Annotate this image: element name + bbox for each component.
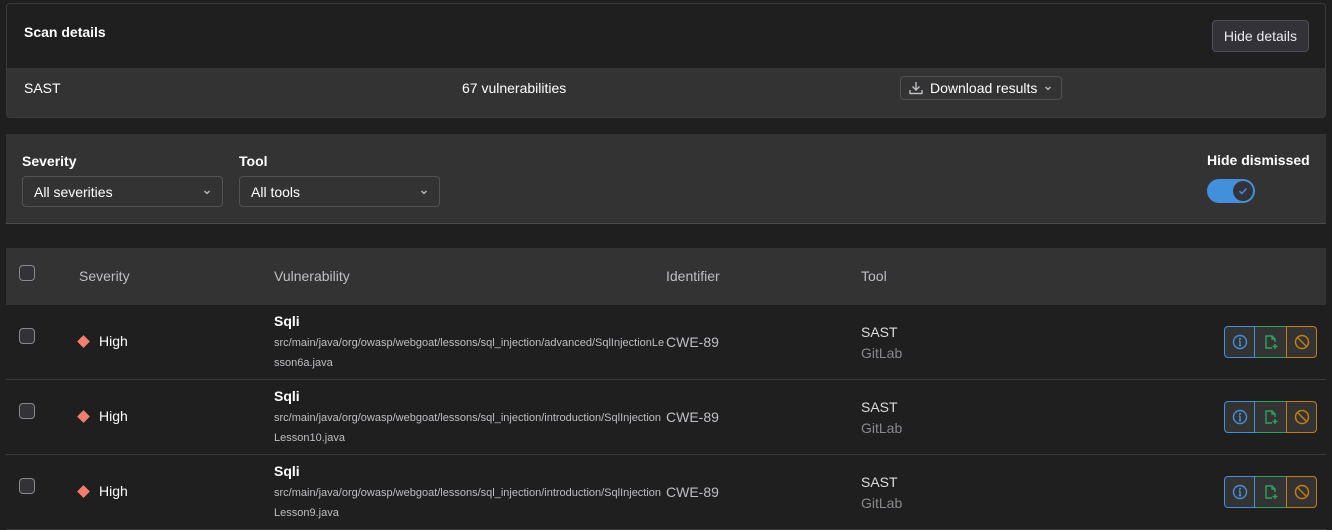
vulnerability-table: Severity Vulnerability Identifier Tool H… [6,248,1326,530]
scan-details-card: Scan details Hide details SAST 67 vulner… [6,3,1326,118]
hide-dismissed-toggle[interactable] [1207,179,1255,203]
vulnerability-title[interactable]: Sqli [274,388,300,404]
more-info-button[interactable] [1224,326,1255,358]
vulnerability-title[interactable]: Sqli [274,463,300,479]
info-icon [1232,409,1247,425]
download-icon [909,82,923,95]
table-row: High Sqli src/main/java/org/owasp/webgoa… [6,305,1326,380]
severity-filter-value: All severities [34,183,113,200]
severity-badge: High [77,408,128,424]
more-info-button[interactable] [1224,476,1255,508]
vulnerability-path: src/main/java/org/owasp/webgoat/lessons/… [274,337,665,369]
dismiss-button[interactable] [1286,326,1317,358]
tool-filter-dropdown[interactable]: All tools [239,176,440,207]
vulnerability-path: src/main/java/org/owasp/webgoat/lessons/… [274,487,662,519]
download-results-button[interactable]: Download results [900,76,1063,100]
table-row: High Sqli src/main/java/org/owasp/webgoa… [6,380,1326,455]
tool-name: SAST [861,474,898,490]
row-checkbox[interactable] [19,328,35,344]
severity-filter-label: Severity [22,153,77,169]
info-icon [1232,484,1247,500]
tool-vendor: GitLab [861,420,903,436]
create-issue-button[interactable] [1255,476,1286,508]
severity-high-icon [77,484,90,498]
severity-high-icon [77,334,90,348]
vulnerability-count: 67 vulnerabilities [462,80,567,96]
dismiss-button[interactable] [1286,401,1317,433]
table-row: High Sqli src/main/java/org/owasp/webgoa… [6,455,1326,530]
create-issue-button[interactable] [1255,326,1286,358]
row-actions [1224,476,1317,508]
row-actions [1224,401,1317,433]
dismiss-button[interactable] [1286,476,1317,508]
download-results-label: Download results [930,80,1038,96]
chevron-down-icon [421,190,427,195]
tool-name: SAST [861,324,898,340]
create-issue-button[interactable] [1255,401,1286,433]
severity-label: High [99,333,128,349]
issue-new-icon [1264,485,1277,499]
severity-filter-dropdown[interactable]: All severities [22,176,223,207]
cancel-icon [1294,484,1309,500]
severity-label: High [99,483,128,499]
select-all-checkbox[interactable] [19,265,35,281]
severity-badge: High [77,483,128,499]
identifier: CWE-89 [666,334,719,350]
severity-high-icon [77,409,90,423]
hide-dismissed-label: Hide dismissed [1207,152,1310,168]
identifier: CWE-89 [666,484,719,500]
chevron-down-icon [204,190,210,195]
scan-summary-row: SAST 67 vulnerabilities Download results [7,68,1325,117]
severity-label: High [99,408,128,424]
identifier: CWE-89 [666,409,719,425]
row-checkbox[interactable] [19,478,35,494]
scan-tool-name: SAST [24,80,61,96]
issue-new-icon [1264,335,1277,349]
row-checkbox[interactable] [19,403,35,419]
header-vulnerability: Vulnerability [274,268,350,284]
chevron-down-icon [1045,86,1052,91]
check-icon [1238,187,1248,195]
row-actions [1224,326,1317,358]
tool-vendor: GitLab [861,345,903,361]
vulnerability-path: src/main/java/org/owasp/webgoat/lessons/… [274,412,662,444]
tool-name: SAST [861,399,898,415]
tool-filter-label: Tool [239,153,268,169]
info-icon [1232,334,1247,350]
toggle-knob [1233,181,1253,201]
header-identifier: Identifier [666,268,720,284]
cancel-icon [1294,409,1309,425]
hide-details-button[interactable]: Hide details [1211,20,1309,52]
filters-bar: Severity All severities Tool All tools H… [6,134,1326,224]
tool-filter-value: All tools [251,183,301,200]
issue-new-icon [1264,410,1277,424]
cancel-icon [1294,334,1309,350]
header-severity: Severity [79,268,130,284]
scan-details-header: Scan details Hide details [7,4,1325,68]
table-header: Severity Vulnerability Identifier Tool [6,248,1326,305]
tool-vendor: GitLab [861,495,903,511]
severity-badge: High [77,333,128,349]
vulnerability-title[interactable]: Sqli [274,313,300,329]
scan-details-title: Scan details [24,24,106,40]
header-tool: Tool [861,268,887,284]
more-info-button[interactable] [1224,401,1255,433]
